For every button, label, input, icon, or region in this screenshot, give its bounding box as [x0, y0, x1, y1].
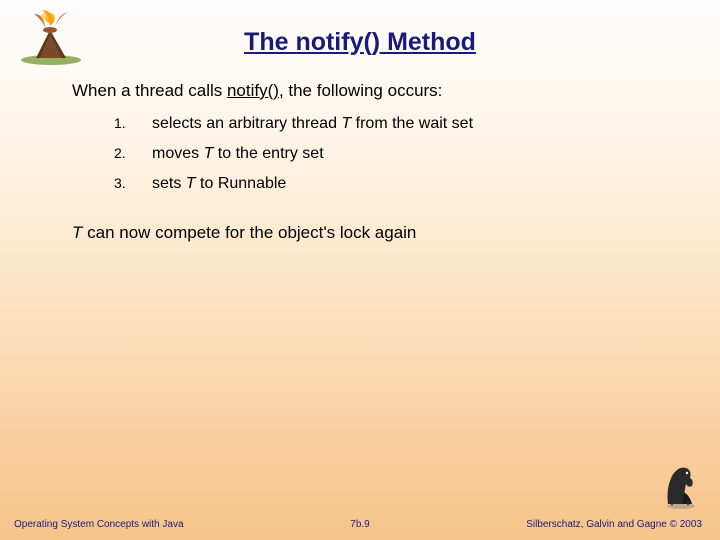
list-text: moves T to the entry set	[152, 145, 324, 163]
list-text: sets T to Runnable	[152, 175, 286, 193]
dinosaur-icon	[660, 458, 702, 510]
intro-suffix: , the following occurs:	[279, 81, 442, 100]
footer-right: Silberschatz, Galvin and Gagne © 2003	[526, 519, 702, 530]
slide-content: When a thread calls notify(), the follow…	[0, 57, 720, 243]
footer: Operating System Concepts with Java 7b.9…	[0, 519, 720, 530]
ordered-list: 1. selects an arbitrary thread T from th…	[72, 115, 690, 193]
outro-text: T can now compete for the object's lock …	[72, 223, 690, 243]
intro-underline: notify()	[227, 81, 279, 100]
outro-rest: can now compete for the object's lock ag…	[82, 223, 416, 242]
list-text: selects an arbitrary thread T from the w…	[152, 115, 473, 133]
list-number: 1.	[114, 115, 152, 131]
footer-left: Operating System Concepts with Java	[14, 519, 184, 530]
list-item: 3. sets T to Runnable	[114, 175, 690, 193]
list-item: 1. selects an arbitrary thread T from th…	[114, 115, 690, 133]
slide: The notify() Method When a thread calls …	[0, 0, 720, 540]
footer-center: 7b.9	[350, 519, 369, 530]
list-number: 3.	[114, 175, 152, 191]
intro-prefix: When a thread calls	[72, 81, 227, 100]
list-number: 2.	[114, 145, 152, 161]
slide-title: The notify() Method	[0, 0, 720, 57]
outro-t: T	[72, 223, 82, 242]
intro-text: When a thread calls notify(), the follow…	[72, 81, 690, 101]
volcano-icon	[12, 8, 90, 66]
list-item: 2. moves T to the entry set	[114, 145, 690, 163]
